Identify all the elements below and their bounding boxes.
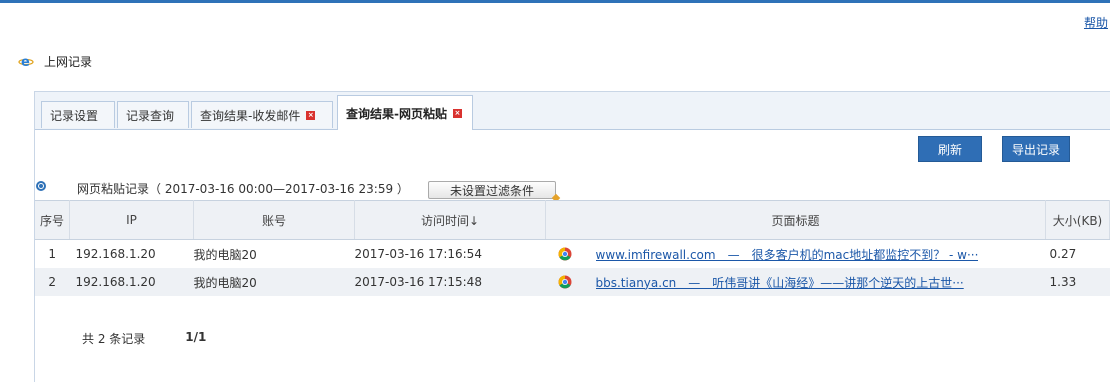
radio-icon[interactable] [36,181,46,191]
chrome-icon [558,247,571,261]
cell-size: 0.27 [1049,247,1077,261]
tab-query-result-email[interactable]: 查询结果-收发邮件 × [191,101,333,128]
svg-text:e: e [21,55,30,69]
cell-ip: 192.168.1.20 [69,268,194,296]
column-header-time[interactable]: 访问时间↓ [354,200,546,240]
column-header-size: 大小(KB) [1045,200,1110,240]
column-header-index: 序号 [35,200,70,240]
cell-index: 1 [48,247,57,261]
tab-record-query[interactable]: 记录查询 [117,101,189,128]
chrome-icon [558,275,571,289]
column-header-ip: IP [69,200,194,240]
help-link[interactable]: 帮助 [1084,14,1108,31]
table-row: 2 192.168.1.20 我的电脑20 2017-03-16 17:15:4… [35,268,1110,296]
cell-time: 2017-03-16 17:15:48 [354,268,546,296]
cell-account: 我的电脑20 [193,247,257,262]
tab-label: 记录查询 [126,108,175,123]
tab-query-result-web-paste[interactable]: 查询结果-网页粘贴 × [337,95,473,130]
cell-page-title: bbs.tianya.cn — 听伟哥讲《山海经》——讲那个逆天的上古世··· [545,268,1046,296]
tab-record-settings[interactable]: 记录设置 [41,101,115,128]
top-accent-bar [0,0,1110,3]
filter-label: 未设置过滤条件 [449,183,534,198]
page-indicator: 1/1 [185,330,207,344]
close-icon[interactable]: × [452,108,462,118]
table-row: 1 192.168.1.20 我的电脑20 2017-03-16 17:16:5… [35,240,1110,269]
records-panel: 记录设置 记录查询 查询结果-收发邮件 × 查询结果-网页粘贴 × 刷新 导出记… [34,91,1110,382]
column-header-account: 账号 [193,200,355,240]
cell-ip: 192.168.1.20 [75,247,156,261]
ie-icon: e [18,55,34,69]
tab-bar: 记录设置 记录查询 查询结果-收发邮件 × 查询结果-网页粘贴 × [35,92,1110,130]
tab-label: 查询结果-收发邮件 [200,108,301,123]
pagination: 共 2 条记录 1/1 [82,330,206,347]
refresh-button[interactable]: 刷新 [918,136,982,162]
window-title: 上网记录 [44,54,93,69]
page-title-link[interactable]: www.imfirewall.com — 很多客户机的mac地址都监控不到？ -… [596,246,979,263]
tab-label: 记录设置 [50,108,99,123]
close-icon[interactable]: × [306,110,316,120]
total-records: 共 2 条记录 [82,332,146,346]
record-range-title: 网页粘贴记录（ 2017-03-16 00:00—2017-03-16 23:5… [77,182,409,196]
window-title-bar: e 上网记录 [18,52,92,70]
cell-account: 我的电脑20 [193,268,355,296]
table-header-row: 序号 IP 账号 访问时间↓ 页面标题 大小(KB) [35,200,1110,240]
cell-time: 2017-03-16 17:16:54 [354,247,482,261]
page-title-link[interactable]: bbs.tianya.cn — 听伟哥讲《山海经》——讲那个逆天的上古世··· [596,274,964,291]
cell-size: 1.33 [1045,268,1110,296]
cell-page-title: www.imfirewall.com — 很多客户机的mac地址都监控不到？ -… [546,240,1046,269]
records-table: 序号 IP 账号 访问时间↓ 页面标题 大小(KB) 1 192.168.1.2… [35,200,1110,296]
cell-index: 2 [35,268,70,296]
tab-label: 查询结果-网页粘贴 [346,106,447,121]
filter-condition-button[interactable]: 未设置过滤条件 [428,181,561,203]
column-header-page-title: 页面标题 [545,200,1046,240]
export-records-button[interactable]: 导出记录 [1002,136,1070,162]
